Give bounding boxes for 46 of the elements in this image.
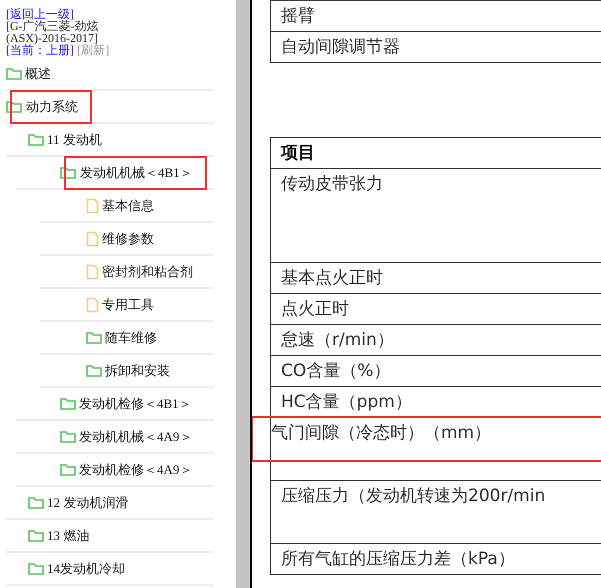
document-icon [86,296,99,312]
tree-item[interactable]: 概述 [25,60,51,86]
splitter-bar[interactable] [236,0,250,588]
folder-icon [60,430,76,443]
tree-item[interactable]: 随车维修 [105,324,157,350]
tree-item[interactable]: 13 燃油 [47,522,90,548]
document-icon [86,264,99,280]
folder-icon [86,364,102,377]
table-cell-text: 基本点火正时 [281,267,383,290]
table-cell-text: 自动间隙调节器 [281,36,400,59]
table-cell-text: HC含量（ppm） [281,391,412,414]
table-cell-text: 压缩压力（发动机转速为200r/min [281,485,546,508]
tree-item[interactable]: 动力系统 [12,92,90,122]
document-icon [86,230,99,246]
tree-item[interactable]: 专用工具 [102,292,154,318]
folder-icon [60,397,76,410]
tree-item[interactable]: 拆卸和安装 [105,358,170,384]
column-header: 项目 [281,142,315,165]
manual-title: [G-广汽三菱-劲炫(ASX)-2016-2017] [6,20,99,44]
table-cell-text: CO含量（%） [281,360,390,383]
back-link[interactable]: [返回上一级] [6,7,74,21]
table-cell: 气门间隙（冷态时）（mm） [253,418,601,460]
tree-item[interactable]: 发动机机械＜4B1＞ [66,158,205,188]
table-cell-text: 传动皮带张力 [281,173,383,196]
tree-item[interactable]: 14发动机冷却 [47,556,125,582]
document-icon [86,198,99,214]
folder-icon [28,496,44,509]
table-cell-text: 所有气缸的压缩压力差（kPa） [281,548,515,571]
table-cell-text: 点火正时 [281,298,349,321]
folder-icon [28,133,44,146]
folder-icon [6,67,22,80]
folder-icon [28,562,44,575]
table-cell-text: 怠速（r/min） [281,329,394,352]
tree-item[interactable]: 发动机机械＜4A9＞ [79,424,192,450]
current-volume-link[interactable]: [当前：上册] [6,43,74,57]
tree-item[interactable]: 11 发动机 [47,126,102,152]
tree-item[interactable]: 密封剂和粘合剂 [102,258,193,284]
tree-item[interactable]: 12 发动机润滑 [47,490,128,516]
tree-item[interactable]: 发动机检修＜4A9＞ [79,456,192,482]
folder-icon [28,529,44,542]
tree-item[interactable]: 基本信息 [102,192,154,218]
folder-icon [86,331,102,344]
tree-item[interactable]: 维修参数 [102,226,154,252]
tree-item[interactable]: 发动机检修＜4B1＞ [79,390,192,416]
folder-icon [60,463,76,476]
table-cell-text: 摇臂 [281,5,315,28]
